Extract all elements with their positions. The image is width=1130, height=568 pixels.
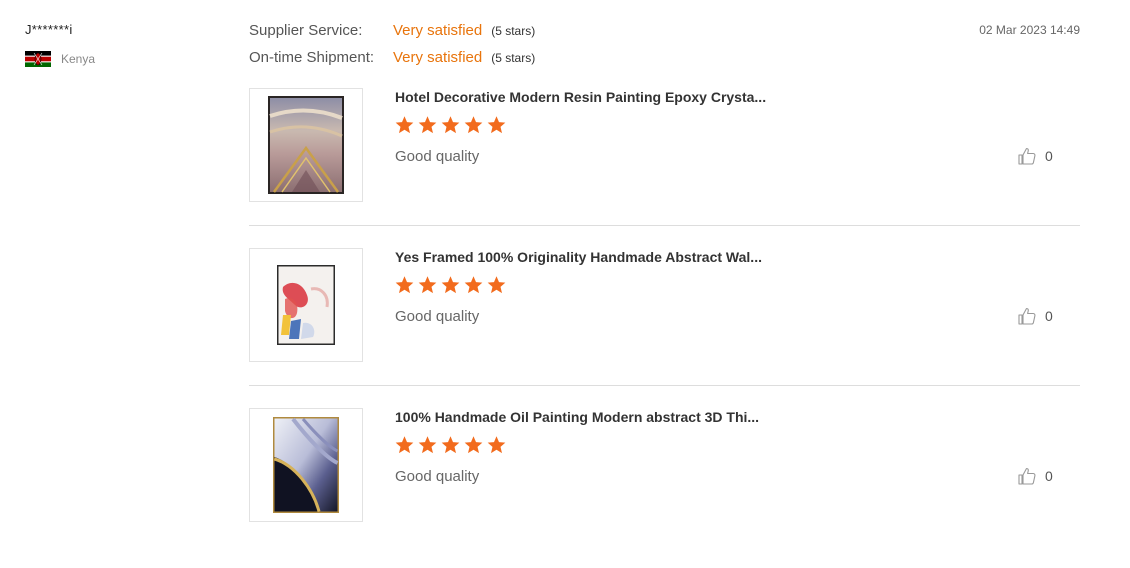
star-icon (418, 276, 437, 294)
star-icon (395, 436, 414, 454)
rating-label: Supplier Service: (249, 22, 363, 39)
star-icon (464, 116, 483, 134)
review-date: 02 Mar 2023 14:49 (979, 23, 1080, 37)
product-title[interactable]: 100% Handmade Oil Painting Modern abstra… (395, 409, 759, 425)
star-icon (395, 116, 414, 134)
rating-stars-text: (5 stars) (491, 51, 536, 65)
star-icon (487, 116, 506, 134)
star-icon (441, 116, 460, 134)
product-rating (394, 435, 507, 455)
product-rating (394, 115, 507, 135)
rating-row-on-time-shipment: On-time Shipment: Very satisfied (5 star… (249, 49, 535, 76)
star-icon (418, 116, 437, 134)
star-icon (418, 436, 437, 454)
ratings-summary: Supplier Service: Very satisfied (5 star… (249, 22, 535, 76)
product-review-list: Hotel Decorative Modern Resin Painting E… (249, 88, 1080, 568)
rating-label: On-time Shipment: (249, 49, 375, 66)
reviewer-info: J*******i Kenya (25, 22, 95, 67)
product-title[interactable]: Hotel Decorative Modern Resin Painting E… (395, 89, 766, 105)
star-icon (464, 436, 483, 454)
reviewer-name: J*******i (25, 22, 73, 37)
product-review-item: Hotel Decorative Modern Resin Painting E… (249, 88, 1080, 248)
like-count: 0 (1045, 308, 1053, 324)
review-comment: Good quality (395, 308, 480, 325)
thumbs-up-icon (1018, 307, 1036, 325)
rating-value: Very satisfied (393, 22, 483, 39)
country-name: Kenya (61, 52, 96, 66)
like-button[interactable]: 0 (1017, 146, 1053, 166)
like-count: 0 (1045, 468, 1053, 484)
product-rating (394, 275, 507, 295)
star-icon (464, 276, 483, 294)
star-icon (441, 436, 460, 454)
thumbs-up-icon (1018, 467, 1036, 485)
star-icon (441, 276, 460, 294)
like-count: 0 (1045, 148, 1053, 164)
kenya-flag-icon (25, 51, 51, 67)
abstract-painting-thumbnail (277, 265, 335, 345)
star-icon (395, 276, 414, 294)
product-thumbnail[interactable] (249, 88, 363, 202)
oil-painting-thumbnail (273, 417, 339, 513)
reviewer-country: Kenya (25, 51, 95, 67)
divider (249, 385, 1080, 386)
rating-stars-text: (5 stars) (491, 24, 536, 38)
product-review-item: 100% Handmade Oil Painting Modern abstra… (249, 408, 1080, 568)
rating-row-supplier-service: Supplier Service: Very satisfied (5 star… (249, 22, 535, 49)
review-comment: Good quality (395, 468, 480, 485)
product-thumbnail[interactable] (249, 408, 363, 522)
star-icon (487, 436, 506, 454)
like-button[interactable]: 0 (1017, 466, 1053, 486)
thumbs-up-icon (1018, 147, 1036, 165)
divider (249, 225, 1080, 226)
like-button[interactable]: 0 (1017, 306, 1053, 326)
review-comment: Good quality (395, 148, 480, 165)
resin-painting-thumbnail (268, 96, 344, 194)
star-icon (487, 276, 506, 294)
product-thumbnail[interactable] (249, 248, 363, 362)
rating-value: Very satisfied (393, 49, 483, 66)
product-review-item: Yes Framed 100% Originality Handmade Abs… (249, 248, 1080, 408)
product-title[interactable]: Yes Framed 100% Originality Handmade Abs… (395, 249, 762, 265)
